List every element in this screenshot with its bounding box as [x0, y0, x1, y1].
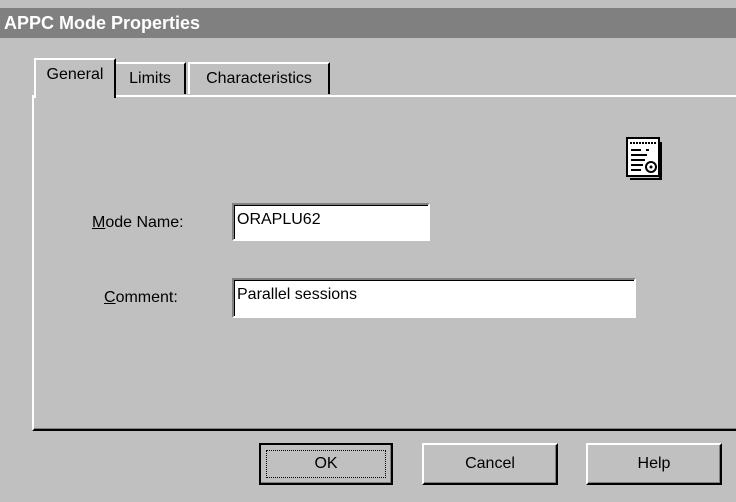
- ok-button[interactable]: OK: [259, 443, 393, 485]
- cancel-button-label: Cancel: [465, 455, 515, 472]
- appc-mode-properties-dialog: APPC Mode Properties General Limits Char…: [0, 0, 736, 502]
- dialog-title-bar[interactable]: APPC Mode Properties: [0, 8, 736, 38]
- tab-general[interactable]: General: [34, 58, 116, 98]
- ok-focus-rect: OK: [266, 450, 386, 478]
- tab-characteristics-label: Characteristics: [206, 70, 312, 87]
- general-tab-panel: [32, 95, 736, 431]
- cancel-button[interactable]: Cancel: [422, 443, 558, 485]
- tab-limits-label: Limits: [129, 70, 171, 87]
- help-button[interactable]: Help: [586, 443, 722, 485]
- tab-limits[interactable]: Limits: [116, 62, 186, 94]
- help-button-label: Help: [637, 455, 671, 472]
- tab-characteristics[interactable]: Characteristics: [188, 62, 330, 94]
- dialog-title: APPC Mode Properties: [4, 13, 201, 33]
- ok-button-label: OK: [314, 455, 338, 472]
- tab-general-label: General: [46, 66, 104, 83]
